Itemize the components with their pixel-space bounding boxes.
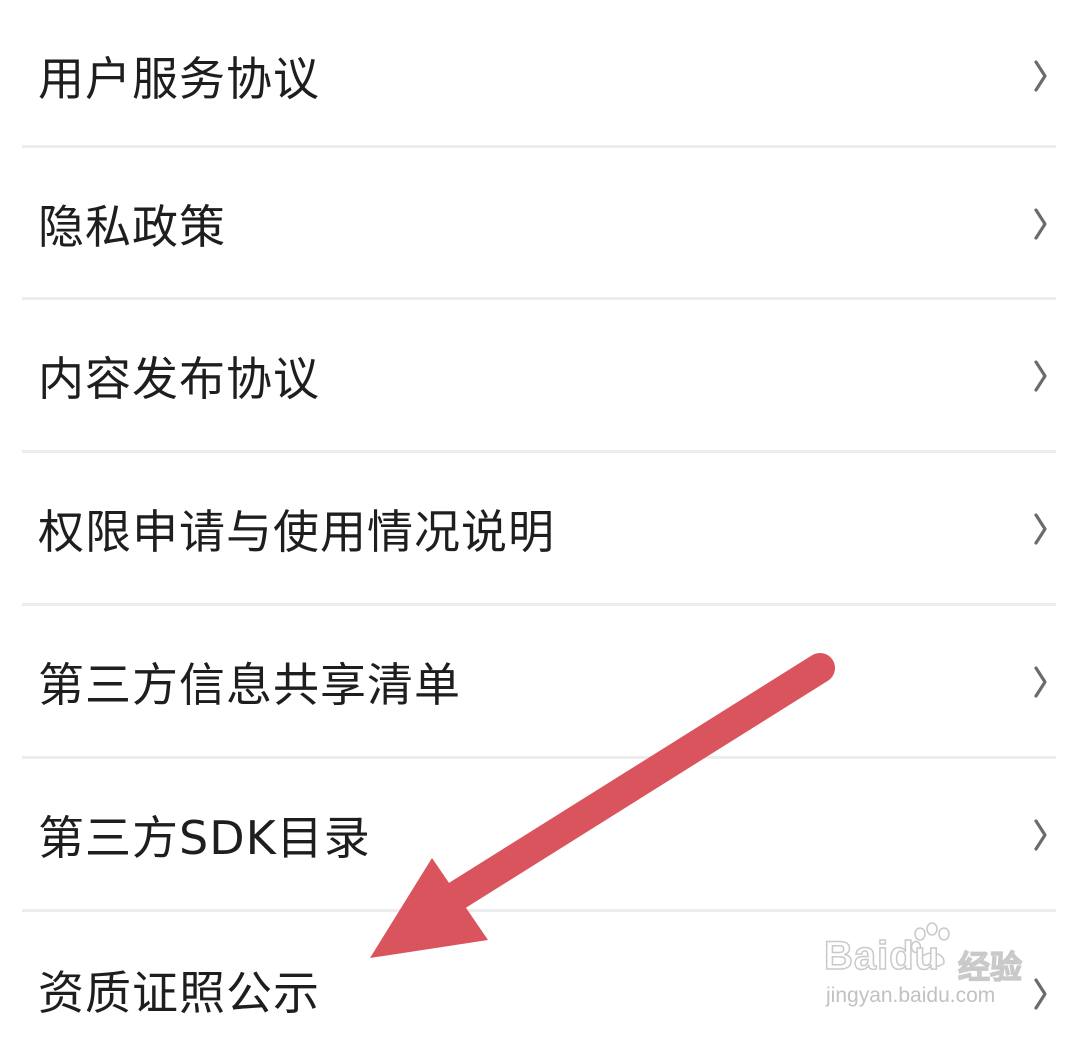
chevron-right-icon xyxy=(1034,208,1047,240)
list-item-label: 第三方信息共享清单 xyxy=(38,658,461,712)
list-item-label: 隐私政策 xyxy=(38,200,226,254)
list-item-label: 第三方SDK目录 xyxy=(38,811,371,865)
chevron-right-icon xyxy=(1034,666,1047,698)
list-item-label: 权限申请与使用情况说明 xyxy=(38,505,555,559)
settings-list: 用户服务协议 隐私政策 内容发布协议 权限申请与使用情况说明 第三方信息共享清单… xyxy=(0,0,1076,1040)
list-item-privacy-policy[interactable]: 隐私政策 xyxy=(0,148,1076,300)
list-item-label: 内容发布协议 xyxy=(38,352,320,406)
list-item-third-party-sdk[interactable]: 第三方SDK目录 xyxy=(0,759,1076,911)
list-item-label: 用户服务协议 xyxy=(38,52,320,106)
list-item-qualification-license[interactable]: 资质证照公示 xyxy=(0,912,1076,1040)
list-item-user-service-agreement[interactable]: 用户服务协议 xyxy=(0,0,1076,152)
list-item-label: 资质证照公示 xyxy=(38,966,320,1020)
chevron-right-icon xyxy=(1034,513,1047,545)
list-item-third-party-info-sharing[interactable]: 第三方信息共享清单 xyxy=(0,606,1076,758)
chevron-right-icon xyxy=(1034,819,1047,851)
list-item-content-publishing-agreement[interactable]: 内容发布协议 xyxy=(0,300,1076,452)
chevron-right-icon xyxy=(1034,60,1047,92)
chevron-right-icon xyxy=(1034,360,1047,392)
chevron-right-icon xyxy=(1034,978,1047,1010)
list-item-permission-usage[interactable]: 权限申请与使用情况说明 xyxy=(0,453,1076,605)
